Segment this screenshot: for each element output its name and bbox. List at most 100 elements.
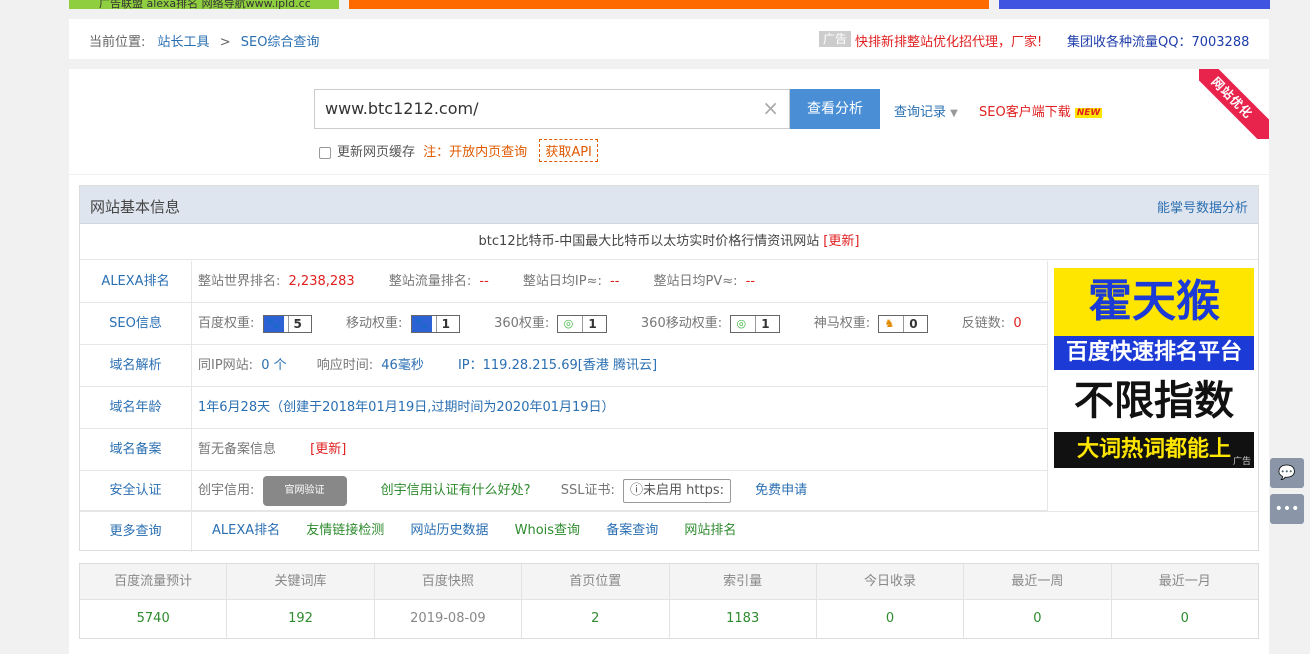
side-ad-line-3: 不限指数: [1054, 370, 1254, 432]
360-mobile-icon: ◎: [736, 316, 747, 330]
stats-cell: 2019-08-09: [375, 600, 523, 638]
s360-mobile-weight-badge[interactable]: ◎ 1: [730, 314, 780, 333]
history-label: 查询记录: [894, 105, 947, 120]
data-analysis-link[interactable]: 能掌号数据分析: [1157, 197, 1248, 216]
ssl-status-badge[interactable]: ⓘ未启用 https:: [623, 478, 731, 503]
backlinks-label: 反链数:: [961, 316, 1006, 331]
divider: [69, 174, 1269, 175]
top-ad-banner-2[interactable]: [349, 0, 989, 9]
s360-weight-value: 1: [582, 315, 601, 332]
site-info-table: 网站基本信息 能掌号数据分析 btc12比特币-中国最大比特币以太坊实时价格行情…: [79, 185, 1259, 552]
icp-row: 域名备案 暂无备案信息 [更新]: [80, 429, 1048, 471]
security-key-link[interactable]: 安全认证: [80, 471, 192, 511]
site-info-header: 网站基本信息 能掌号数据分析: [80, 186, 1258, 224]
feedback-icon[interactable]: 💬: [1270, 458, 1304, 488]
domain-age-value[interactable]: 1年6月28天（创建于2018年01月19日,过期时间为2020年01月19日）: [198, 400, 615, 415]
stats-cell[interactable]: 192: [227, 600, 375, 638]
more-link-icp[interactable]: 备案查询: [606, 523, 658, 538]
more-link-ranking[interactable]: 网站排名: [684, 523, 736, 538]
world-rank-value: 2,238,283: [288, 274, 355, 289]
client-download-link[interactable]: SEO客户端下载 NEW: [979, 101, 1103, 120]
more-link-whois[interactable]: Whois查询: [515, 523, 580, 538]
backlinks-value[interactable]: 0: [1013, 316, 1021, 331]
s360-weight-badge[interactable]: ◎ 1: [557, 314, 607, 333]
stats-table: 百度流量预计 关键词库 百度快照 首页位置 索引量 今日收录 最近一周 最近一月…: [79, 563, 1259, 639]
more-link-friend-links[interactable]: 友情链接检测: [306, 523, 384, 538]
mobile-weight-badge[interactable]: 🐾 1: [410, 314, 460, 333]
search-options: 更新网页缓存 注：开放内页查询 获取API: [319, 139, 598, 162]
stats-cell[interactable]: 2: [522, 600, 670, 638]
ad-tag: 广告: [819, 31, 852, 47]
more-link-history[interactable]: 网站历史数据: [410, 523, 488, 538]
ssl-apply-link[interactable]: 免费申请: [755, 483, 807, 498]
shenma-weight-badge[interactable]: ♞ 0: [878, 314, 928, 333]
security-row: 安全认证 创宇信用: 官网验证 创宇信用认证有什么好处? SSL证书: ⓘ未启用…: [80, 471, 1048, 511]
side-ad-banner[interactable]: 霍天猴 百度快速排名平台 不限指数 大词热词都能上 广告: [1054, 268, 1254, 468]
get-api-button[interactable]: 获取API: [539, 139, 598, 162]
response-time-value: 46毫秒: [381, 358, 424, 373]
site-title-update-link[interactable]: [更新]: [823, 234, 859, 249]
top-ad-strip: 广告联盟 alexa排名 网络导航www.ipld.cc: [0, 0, 1310, 9]
more-queries-key[interactable]: 更多查询: [80, 512, 192, 552]
breadcrumb-bar: 当前位置: 站长工具 > SEO综合查询 广告 快排新排整站优化招代理，厂家! …: [69, 19, 1269, 59]
response-time-label: 响应时间:: [316, 358, 374, 373]
main-panel: 网站优化 www.btc1212.com/ × 查看分析 查询记录 ▼ SEO客…: [69, 69, 1269, 654]
shield-badge-icon[interactable]: 官网验证: [262, 475, 347, 506]
corner-ribbon[interactable]: 网站优化: [1199, 69, 1269, 139]
domain-age-key-link[interactable]: 域名年龄: [80, 387, 192, 428]
traffic-rank-value: --: [479, 274, 489, 289]
qq-link[interactable]: 集团收各种流量QQ：7003288: [1067, 31, 1249, 50]
breadcrumb-item-tools[interactable]: 站长工具: [158, 35, 210, 50]
clear-icon[interactable]: ×: [762, 96, 779, 120]
baidu-weight-badge[interactable]: 🐾 5: [262, 314, 312, 333]
icp-key-link[interactable]: 域名备案: [80, 429, 192, 470]
baidu-weight-value: 5: [287, 315, 307, 332]
ip-link[interactable]: IP：119.28.215.69[香港 腾讯云]: [458, 358, 657, 373]
shenma-icon: ♞: [884, 316, 895, 330]
dns-row: 域名解析 同IP网站: 0 个 响应时间: 46毫秒 IP：119.28.215…: [80, 345, 1048, 387]
stats-cell[interactable]: 0: [964, 600, 1112, 638]
site-title: btc12比特币-中国最大比特币以太坊实时价格行情资讯网站: [478, 234, 820, 249]
new-badge: NEW: [1074, 107, 1103, 118]
side-ad-line-1: 霍天猴: [1054, 268, 1254, 336]
mobile-weight-label: 移动权重:: [346, 316, 403, 331]
same-ip-value[interactable]: 0 个: [261, 358, 286, 373]
promo-link[interactable]: 快排新排整站优化招代理，厂家!: [855, 31, 1042, 50]
more-queries-row: 更多查询 ALEXA排名 友情链接检测 网站历史数据 Whois查询 备案查询 …: [80, 511, 1258, 552]
stats-header: 今日收录: [817, 564, 965, 599]
baidu-mobile-paw-icon: 🐾: [411, 315, 432, 332]
side-ad-tag: 广告: [1232, 457, 1251, 467]
breadcrumb-item-seo[interactable]: SEO综合查询: [241, 35, 320, 50]
search-input-value: www.btc1212.com/: [325, 99, 479, 118]
stats-cell[interactable]: 0: [817, 600, 965, 638]
shenma-weight-value: 0: [903, 315, 922, 332]
icp-update-link[interactable]: [更新]: [310, 442, 346, 457]
top-ad-banner-3[interactable]: [999, 0, 1270, 9]
dns-key-link[interactable]: 域名解析: [80, 345, 192, 386]
refresh-cache-checkbox[interactable]: [319, 146, 331, 159]
domain-age-row: 域名年龄 1年6月28天（创建于2018年01月19日,过期时间为2020年01…: [80, 387, 1048, 429]
ssl-label: SSL证书:: [560, 483, 615, 498]
stats-header: 百度快照: [375, 564, 523, 599]
more-link-alexa[interactable]: ALEXA排名: [212, 523, 280, 538]
stats-cell[interactable]: 5740: [80, 600, 228, 638]
stats-cell[interactable]: 1183: [670, 600, 817, 638]
alexa-key-link[interactable]: ALEXA排名: [80, 261, 192, 302]
stats-header: 最近一月: [1158, 574, 1211, 589]
credit-benefits-link[interactable]: 创宇信用认证有什么好处?: [381, 483, 531, 498]
breadcrumb-label: 当前位置:: [89, 35, 146, 50]
top-ad-banner-1[interactable]: 广告联盟 alexa排名 网络导航www.ipld.cc: [69, 0, 339, 9]
history-dropdown[interactable]: 查询记录 ▼: [894, 101, 958, 120]
more-options-icon[interactable]: •••: [1270, 494, 1304, 524]
seo-row: SEO信息 百度权重: 🐾 5 移动权重: 🐾 1 360权重: ◎ 1 360移动权…: [80, 303, 1048, 345]
360-icon: ◎: [563, 316, 574, 330]
inner-page-note-link[interactable]: 注：开放内页查询: [423, 145, 527, 160]
stats-cell[interactable]: 0: [1112, 600, 1258, 638]
daily-pv-value: --: [745, 274, 756, 289]
analyze-button[interactable]: 查看分析: [790, 89, 880, 129]
seo-key-link[interactable]: SEO信息: [80, 303, 192, 344]
same-ip-label: 同IP网站:: [198, 358, 254, 373]
search-input[interactable]: www.btc1212.com/ ×: [314, 89, 790, 129]
security-values: 创宇信用: 官网验证 创宇信用认证有什么好处? SSL证书: ⓘ未启用 http…: [198, 471, 807, 511]
dns-values: 同IP网站: 0 个 响应时间: 46毫秒 IP：119.28.215.69[香…: [198, 345, 657, 386]
